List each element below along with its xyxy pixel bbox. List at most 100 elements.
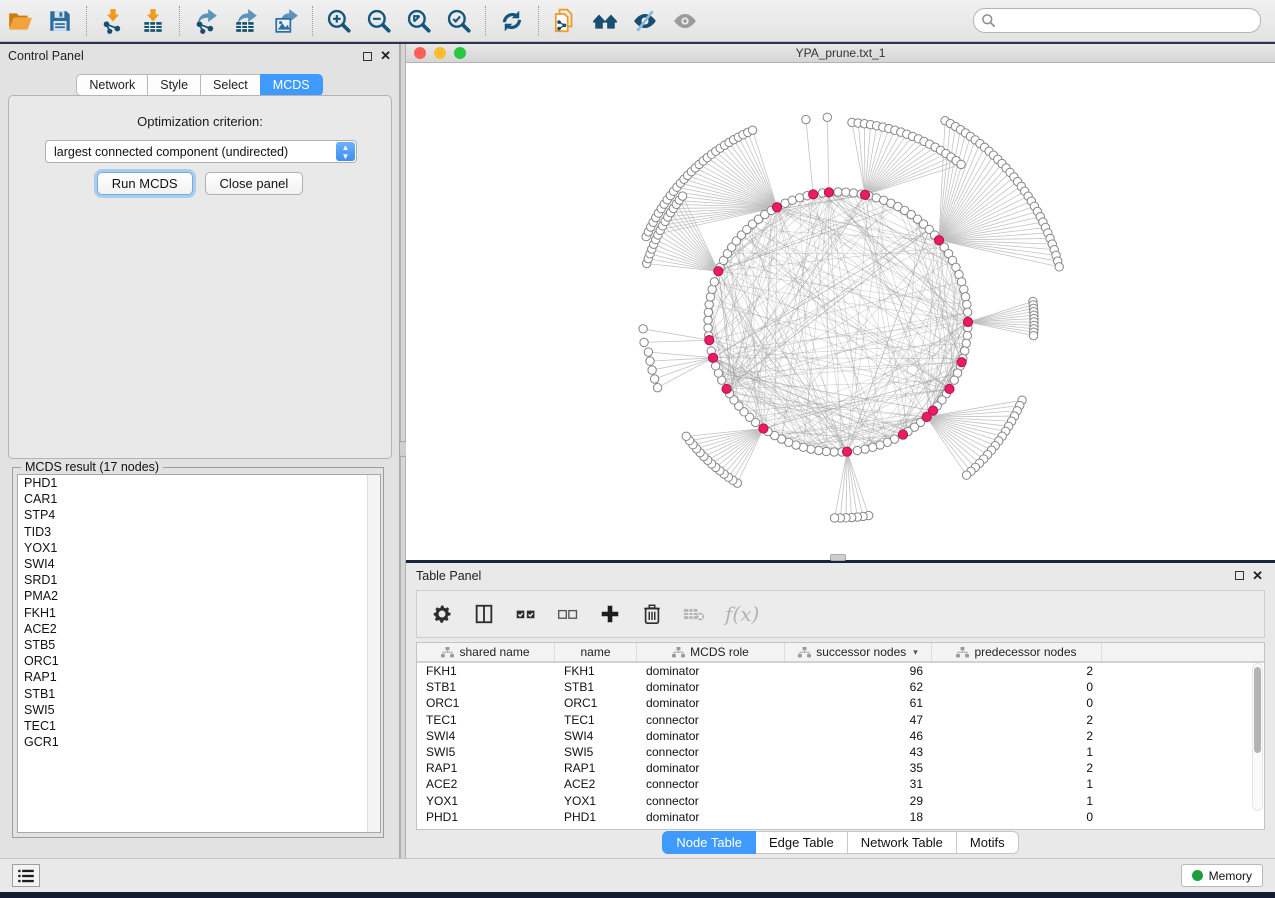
mcds-result-item[interactable]: YOX1 (18, 540, 380, 556)
zoom-in-button[interactable] (322, 4, 356, 38)
close-panel-icon[interactable]: ✕ (380, 51, 391, 61)
tab-node-table[interactable]: Node Table (662, 831, 756, 854)
float-panel-icon[interactable] (363, 52, 372, 61)
float-table-panel-icon[interactable] (1235, 571, 1244, 580)
save-floppy-icon (47, 8, 73, 34)
table-row[interactable]: PHD1PHD1dominator180 (417, 809, 1264, 825)
column-label: successor nodes (816, 645, 906, 659)
mcds-result-group: MCDS result (17 nodes) PHD1CAR1STP4TID3Y… (12, 467, 384, 838)
deselect-all-rows-button[interactable] (557, 603, 579, 625)
table-cell: PHD1 (417, 810, 555, 824)
table-cell: dominator (637, 761, 785, 775)
zoom-selected-button[interactable] (442, 4, 476, 38)
table-settings-button[interactable] (431, 603, 453, 625)
mcds-result-item[interactable]: PHD1 (18, 475, 380, 491)
tab-edge-table[interactable]: Edge Table (756, 831, 848, 854)
network-view-window: YPA_prune.txt_1 (406, 44, 1275, 560)
column-header-predecessor-nodes[interactable]: predecessor nodes (932, 643, 1102, 661)
refresh-layout-button[interactable] (495, 4, 529, 38)
mcds-result-item[interactable]: STB5 (18, 637, 380, 653)
column-header-shared-name[interactable]: shared name (417, 643, 555, 661)
column-header-name[interactable]: name (555, 643, 637, 661)
table-row[interactable]: TEC1TEC1connector472 (417, 712, 1264, 728)
table-row[interactable]: ORC1ORC1dominator610 (417, 695, 1264, 711)
mcds-result-item[interactable]: GCR1 (18, 734, 380, 750)
mcds-result-list[interactable]: PHD1CAR1STP4TID3YOX1SWI4SRD1PMA2FKH1ACE2… (17, 474, 381, 833)
eye-button[interactable] (668, 4, 702, 38)
close-panel-button[interactable]: Close panel (205, 172, 304, 195)
run-mcds-button[interactable]: Run MCDS (97, 172, 193, 195)
tab-network[interactable]: Network (76, 74, 147, 96)
table-cell: SWI5 (417, 745, 555, 759)
mcds-result-item[interactable]: SRD1 (18, 572, 380, 588)
control-panel-title: Control Panel (8, 49, 84, 63)
table-scrollbar-thumb[interactable] (1254, 667, 1261, 753)
mcds-result-item[interactable]: RAP1 (18, 669, 380, 685)
save-session-button[interactable] (43, 4, 77, 38)
mcds-result-item[interactable]: PMA2 (18, 588, 380, 604)
table-row[interactable]: ACE2ACE2connector311 (417, 776, 1264, 792)
export-image-button[interactable] (269, 4, 303, 38)
mcds-result-item[interactable]: ACE2 (18, 621, 380, 637)
mcds-result-item[interactable]: ORC1 (18, 653, 380, 669)
zoom-fit-button[interactable] (402, 4, 436, 38)
node-table[interactable]: shared namenameMCDS rolesuccessor nodes▾… (416, 642, 1265, 830)
memory-button[interactable]: Memory (1181, 864, 1263, 887)
hide-eye-button[interactable] (628, 4, 662, 38)
export-table-button[interactable] (229, 4, 263, 38)
mcds-result-item[interactable]: TID3 (18, 524, 380, 540)
columns-icon (473, 603, 495, 625)
table-row[interactable]: SWI4SWI4dominator462 (417, 728, 1264, 744)
mcds-result-item[interactable]: TEC1 (18, 718, 380, 734)
mcds-list-scrollbar[interactable] (367, 475, 380, 832)
mcds-result-item[interactable]: SWI5 (18, 702, 380, 718)
export-network-button[interactable] (189, 4, 223, 38)
tab-mcds[interactable]: MCDS (260, 74, 323, 96)
tab-select[interactable]: Select (200, 74, 260, 96)
tab-style[interactable]: Style (147, 74, 200, 96)
criterion-dropdown[interactable]: largest connected component (undirected)… (45, 140, 357, 163)
mcds-result-item[interactable]: SWI4 (18, 556, 380, 572)
export-image-icon (273, 8, 299, 34)
column-header-MCDS-role[interactable]: MCDS role (637, 643, 785, 661)
table-cell: connector (637, 713, 785, 727)
network-window-titlebar[interactable]: YPA_prune.txt_1 (406, 44, 1275, 63)
show-columns-button[interactable] (473, 603, 495, 625)
mcds-result-item[interactable]: STP4 (18, 507, 380, 523)
select-all-rows-button[interactable] (515, 603, 537, 625)
search-input[interactable] (973, 8, 1261, 33)
mcds-result-item[interactable]: STB1 (18, 685, 380, 701)
table-row[interactable]: RAP1RAP1dominator352 (417, 760, 1264, 776)
zoom-out-button[interactable] (362, 4, 396, 38)
table-cell: connector (637, 745, 785, 759)
hierarchy-icon (672, 647, 685, 658)
horizontal-splitter-handle[interactable] (830, 554, 846, 561)
mcds-result-item[interactable]: FKH1 (18, 605, 380, 621)
task-history-button[interactable] (12, 864, 40, 887)
table-row[interactable]: FKH1FKH1dominator962 (417, 663, 1264, 679)
import-network-button[interactable] (96, 4, 130, 38)
table-cell: 0 (932, 810, 1102, 824)
tab-network-table[interactable]: Network Table (848, 831, 957, 854)
table-scrollbar[interactable] (1252, 663, 1263, 811)
close-table-panel-icon[interactable]: ✕ (1252, 571, 1263, 581)
tab-motifs[interactable]: Motifs (957, 831, 1019, 854)
add-column-button[interactable] (599, 603, 621, 625)
column-header-successor-nodes[interactable]: successor nodes▾ (785, 643, 932, 661)
two-houses-icon (592, 8, 618, 34)
table-panel-title: Table Panel (416, 569, 481, 583)
delete-column-button[interactable] (641, 603, 663, 625)
documents-share-button[interactable] (548, 4, 582, 38)
function-builder-button-disabled: f(x) (725, 602, 759, 626)
table-cell: SWI4 (417, 729, 555, 743)
two-houses-button[interactable] (588, 4, 622, 38)
list-icon (18, 869, 34, 883)
table-cell: ACE2 (417, 777, 555, 791)
network-canvas[interactable] (406, 63, 1275, 559)
import-table-button[interactable] (136, 4, 170, 38)
open-file-button[interactable] (3, 4, 37, 38)
table-row[interactable]: SWI5SWI5connector431 (417, 744, 1264, 760)
table-row[interactable]: STB1STB1dominator620 (417, 679, 1264, 695)
table-row[interactable]: YOX1YOX1connector291 (417, 793, 1264, 809)
mcds-result-item[interactable]: CAR1 (18, 491, 380, 507)
